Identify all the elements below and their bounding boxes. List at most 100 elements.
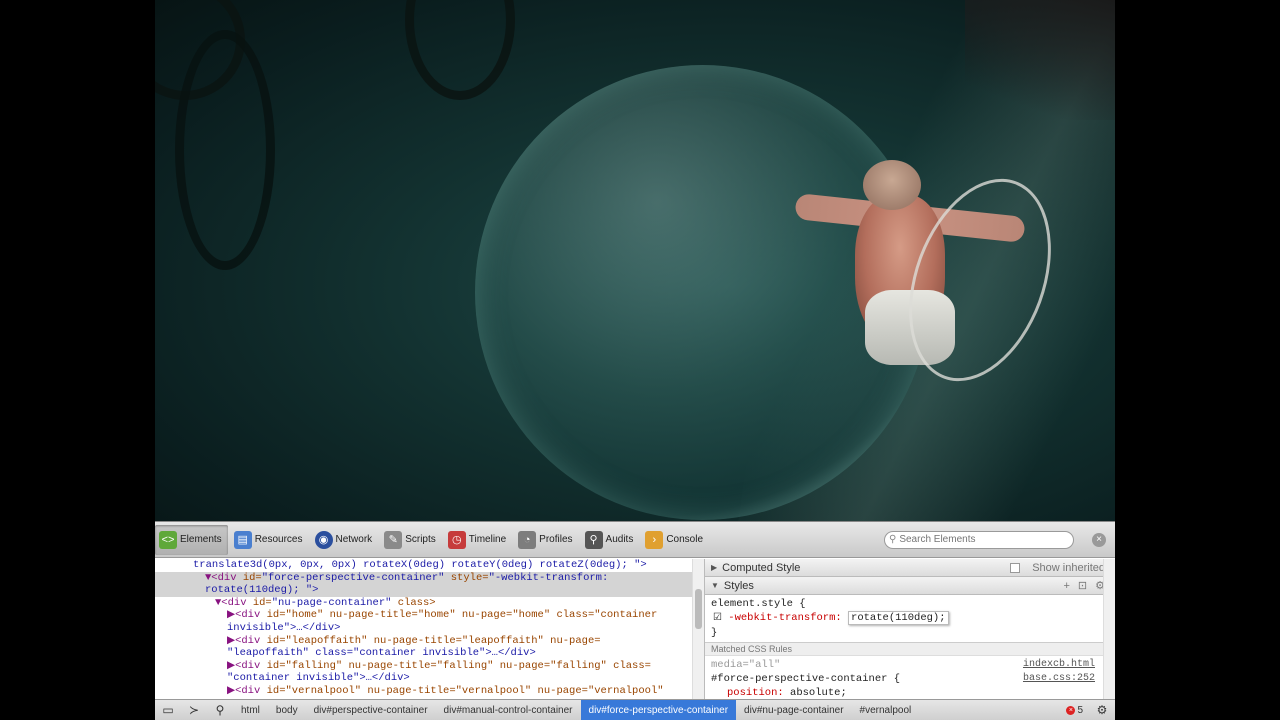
breadcrumb-item[interactable]: div#perspective-container (306, 700, 436, 720)
matched-rule-block: media="all" indexcb.html #force-perspect… (705, 656, 1115, 700)
breadcrumb-item[interactable]: #vernalpool (852, 700, 920, 720)
styles-scrollbar[interactable] (1103, 559, 1115, 700)
show-inherited-label: Show inherited (1032, 561, 1105, 574)
tab-timeline[interactable]: ◷ Timeline (444, 525, 512, 555)
collapse-triangle-icon: ▼ (711, 581, 719, 590)
source-link[interactable]: base.css:252 (1023, 672, 1095, 686)
dom-attr: style= (444, 571, 489, 584)
tab-resources[interactable]: ▤ Resources (230, 525, 309, 555)
dom-line[interactable]: "container invisible">…</div> (155, 672, 704, 685)
rule-selector[interactable]: #force-perspective-container { (711, 672, 900, 686)
property-value-editor[interactable]: rotate(110deg); (848, 611, 949, 625)
console-icon: › (645, 530, 664, 549)
property-checkbox[interactable]: ☑ (713, 613, 722, 624)
breadcrumb-item[interactable]: html (233, 700, 268, 720)
dom-tag: ▼<div (215, 596, 253, 609)
dom-line[interactable]: ▶<div id="vernalpool" nu-page-title="ver… (155, 685, 704, 698)
dom-line[interactable]: invisible">…</div> (155, 622, 704, 635)
error-icon: × (1066, 705, 1076, 715)
error-indicator[interactable]: × 5 (1066, 705, 1083, 716)
dock-icon[interactable]: ▭ (155, 703, 181, 717)
search-icon: ⚲ (889, 534, 897, 545)
settings-gear-icon[interactable]: ⚙ (1089, 703, 1115, 717)
property-name[interactable]: position: (727, 687, 784, 699)
property-name[interactable]: -webkit-transform: (728, 612, 841, 624)
dom-attrs: id="falling" nu-page-title="falling" nu-… (266, 659, 651, 672)
computed-style-label: Computed Style (722, 561, 801, 574)
tab-label: Network (335, 534, 373, 545)
search-field[interactable]: ⚲ (884, 530, 1074, 549)
property-value[interactable]: absolute; (790, 687, 847, 699)
tab-label: Profiles (539, 534, 573, 545)
tab-audits[interactable]: ⚲ Audits (581, 525, 640, 555)
tab-profiles[interactable]: ◔ Profiles (514, 525, 578, 555)
profiles-icon: ◔ (518, 530, 537, 549)
scroll-thumb[interactable] (695, 589, 702, 629)
dom-val: "leapoffaith" class="container invisible… (227, 647, 536, 660)
tab-label: Timeline (468, 534, 507, 545)
dom-scrollbar[interactable] (692, 559, 704, 700)
devtools-toolbar: <> Elements ▤ Resources ◉ Network ✎ Scri… (155, 522, 1115, 558)
element-style-selector: element.style { (711, 598, 806, 610)
tab-network[interactable]: ◉ Network (311, 525, 379, 555)
devtools-panel: <> Elements ▤ Resources ◉ Network ✎ Scri… (155, 521, 1115, 720)
scripts-icon: ✎ (384, 530, 403, 549)
network-icon: ◉ (314, 530, 333, 549)
dom-val: "force-perspective-container" (261, 571, 445, 584)
breadcrumb-item[interactable]: body (268, 700, 306, 720)
dom-line[interactable]: ▶<div id="home" nu-page-title="home" nu-… (155, 609, 704, 622)
inspect-search-icon[interactable]: ⚲ (207, 703, 233, 717)
search-area: ⚲ × (884, 530, 1115, 549)
status-bar: ▭ ≻ ⚲ html body div#perspective-containe… (155, 699, 1115, 720)
source-link[interactable]: indexcb.html (1023, 658, 1095, 672)
dom-line[interactable]: ▶<div id="falling" nu-page-title="fallin… (155, 660, 704, 673)
dom-line-selected[interactable]: ▼<div id="force-perspective-container" s… (155, 571, 704, 585)
element-style-block: element.style { ☑ -webkit-transform: rot… (705, 595, 1115, 642)
tab-console[interactable]: › Console (641, 525, 709, 555)
media-query: media="all" (711, 659, 781, 671)
dom-tree[interactable]: translate3d(0px, 0px, 0px) rotateX(0deg)… (155, 559, 705, 700)
element-state-icon[interactable]: ⊡ (1078, 579, 1087, 592)
breadcrumb-item[interactable]: div#manual-control-container (436, 700, 581, 720)
dom-val: rotate(110deg); "> (205, 584, 319, 597)
close-brace: } (711, 627, 718, 639)
media-row: media="all" indexcb.html (711, 658, 1109, 672)
dom-line[interactable]: "leapoffaith" class="container invisible… (155, 647, 704, 660)
dom-line[interactable]: ▼<div id="nu-page-container" class> (155, 597, 704, 610)
tab-elements[interactable]: <> Elements (155, 524, 228, 555)
error-count: 5 (1077, 704, 1083, 716)
breadcrumb-item[interactable]: div#nu-page-container (736, 700, 852, 720)
computed-style-header[interactable]: ▶ Computed Style Show inherited (705, 559, 1115, 577)
add-rule-icon[interactable]: + (1063, 580, 1069, 592)
style-property-row[interactable]: position: absolute; (711, 686, 1109, 700)
style-property-row[interactable]: ☑ -webkit-transform: rotate(110deg); (711, 611, 1109, 626)
search-input[interactable] (899, 534, 1060, 545)
dom-tag: ▶<div (227, 634, 267, 647)
show-inherited-toggle[interactable]: Show inherited (1010, 562, 1105, 574)
show-inherited-checkbox[interactable] (1010, 562, 1021, 573)
breadcrumb-item-active[interactable]: div#force-perspective-container (580, 699, 737, 720)
matched-css-rules-header: Matched CSS Rules (705, 642, 1115, 656)
dom-attr: id= (242, 571, 262, 584)
dom-line[interactable]: translate3d(0px, 0px, 0px) rotateX(0deg)… (155, 559, 704, 572)
styles-header[interactable]: ▼ Styles + ⊡ ⚙ (705, 577, 1115, 595)
selector-row: #force-perspective-container { base.css:… (711, 672, 1109, 686)
dom-tag: ▶<div (227, 684, 267, 697)
expand-triangle-icon: ▶ (711, 563, 718, 572)
dom-val: "container invisible">…</div> (227, 672, 410, 685)
dom-text: translate3d(0px, 0px, 0px) rotateX(0deg)… (193, 559, 647, 571)
console-toggle-icon[interactable]: ≻ (181, 703, 207, 717)
styles-label: Styles (723, 579, 754, 592)
close-devtools-button[interactable]: × (1092, 532, 1106, 547)
dom-line[interactable]: ▶<div id="leapoffaith" nu-page-title="le… (155, 635, 704, 648)
tab-label: Scripts (405, 534, 436, 545)
dom-attr: id= (252, 596, 272, 609)
dom-val: "-webkit-transform: (488, 571, 609, 584)
dom-line-selected[interactable]: rotate(110deg); "> (155, 584, 704, 597)
tab-label: Console (666, 534, 704, 545)
webpage-canvas (155, 0, 1115, 521)
tab-scripts[interactable]: ✎ Scripts (380, 525, 442, 555)
dom-attrs: id="vernalpool" nu-page-title="vernalpoo… (266, 684, 664, 697)
dom-tag: ▶<div (227, 659, 267, 672)
timeline-icon: ◷ (447, 530, 466, 549)
